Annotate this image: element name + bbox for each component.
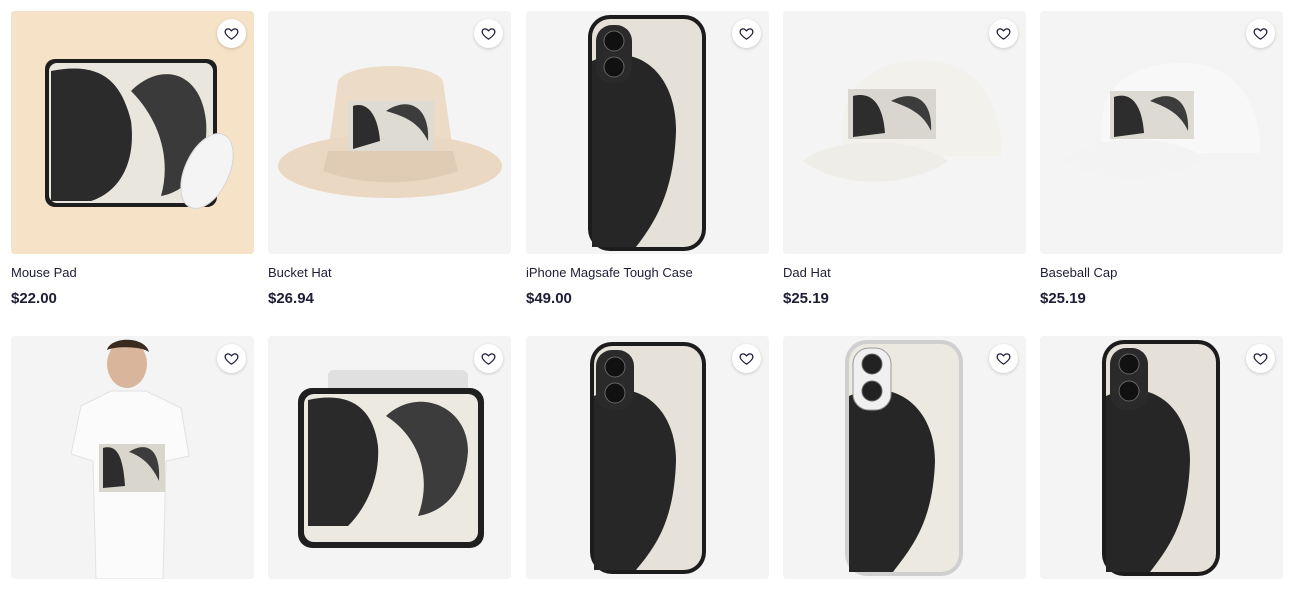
favorite-button[interactable]	[989, 344, 1018, 373]
product-card-bucket-hat[interactable]: Bucket Hat $26.94	[268, 11, 511, 308]
heart-outline-icon	[224, 28, 239, 40]
clear-phone-case-image	[783, 336, 1026, 579]
product-image[interactable]	[526, 11, 769, 254]
phone-case-image	[1040, 336, 1283, 579]
heart-outline-icon	[481, 28, 496, 40]
product-image[interactable]	[268, 336, 511, 579]
heart-outline-icon	[1253, 28, 1268, 40]
favorite-button[interactable]	[217, 344, 246, 373]
heart-outline-icon	[1253, 353, 1268, 365]
product-card-phone-case-2[interactable]	[1040, 336, 1283, 579]
product-price: $25.19	[1040, 290, 1086, 307]
mouse-pad-image	[11, 11, 254, 254]
product-price: $22.00	[11, 290, 57, 307]
product-image[interactable]	[1040, 11, 1283, 254]
product-card-phone-case[interactable]	[526, 336, 769, 579]
product-card-clear-phone-case[interactable]	[783, 336, 1026, 579]
product-image[interactable]	[526, 336, 769, 579]
product-card-laptop-sleeve[interactable]	[268, 336, 511, 579]
baseball-cap-image	[1040, 11, 1283, 254]
product-image[interactable]	[783, 336, 1026, 579]
product-price: $49.00	[526, 290, 572, 307]
product-price: $25.19	[783, 290, 829, 307]
favorite-button[interactable]	[474, 344, 503, 373]
product-card-mouse-pad[interactable]: Mouse Pad $22.00	[11, 11, 254, 308]
t-shirt-image	[11, 336, 254, 579]
heart-outline-icon	[481, 353, 496, 365]
heart-outline-icon	[996, 28, 1011, 40]
heart-outline-icon	[739, 353, 754, 365]
product-card-baseball-cap[interactable]: Baseball Cap $25.19	[1040, 11, 1283, 308]
heart-outline-icon	[224, 353, 239, 365]
heart-outline-icon	[996, 353, 1011, 365]
product-image[interactable]	[268, 11, 511, 254]
product-price: $26.94	[268, 290, 314, 307]
dad-hat-image	[783, 11, 1026, 254]
favorite-button[interactable]	[732, 344, 761, 373]
product-title[interactable]: Dad Hat	[783, 265, 1026, 281]
product-card-t-shirt[interactable]	[11, 336, 254, 579]
favorite-button[interactable]	[732, 19, 761, 48]
product-image[interactable]	[1040, 336, 1283, 579]
product-image[interactable]	[11, 11, 254, 254]
favorite-button[interactable]	[1246, 344, 1275, 373]
favorite-button[interactable]	[1246, 19, 1275, 48]
product-title[interactable]: Baseball Cap	[1040, 265, 1283, 281]
product-grid: Mouse Pad $22.00 Bucket Hat $26.94 iPhon…	[0, 0, 1293, 589]
product-image[interactable]	[783, 11, 1026, 254]
laptop-sleeve-image	[268, 336, 511, 579]
phone-case-image	[526, 336, 769, 579]
favorite-button[interactable]	[217, 19, 246, 48]
bucket-hat-image	[268, 11, 511, 254]
favorite-button[interactable]	[474, 19, 503, 48]
product-title[interactable]: Bucket Hat	[268, 265, 511, 281]
product-title[interactable]: iPhone Magsafe Tough Case	[526, 265, 769, 281]
product-title[interactable]: Mouse Pad	[11, 265, 254, 281]
product-card-dad-hat[interactable]: Dad Hat $25.19	[783, 11, 1026, 308]
product-card-iphone-case[interactable]: iPhone Magsafe Tough Case $49.00	[526, 11, 769, 308]
favorite-button[interactable]	[989, 19, 1018, 48]
phone-case-image	[526, 11, 769, 254]
heart-outline-icon	[739, 28, 754, 40]
product-image[interactable]	[11, 336, 254, 579]
